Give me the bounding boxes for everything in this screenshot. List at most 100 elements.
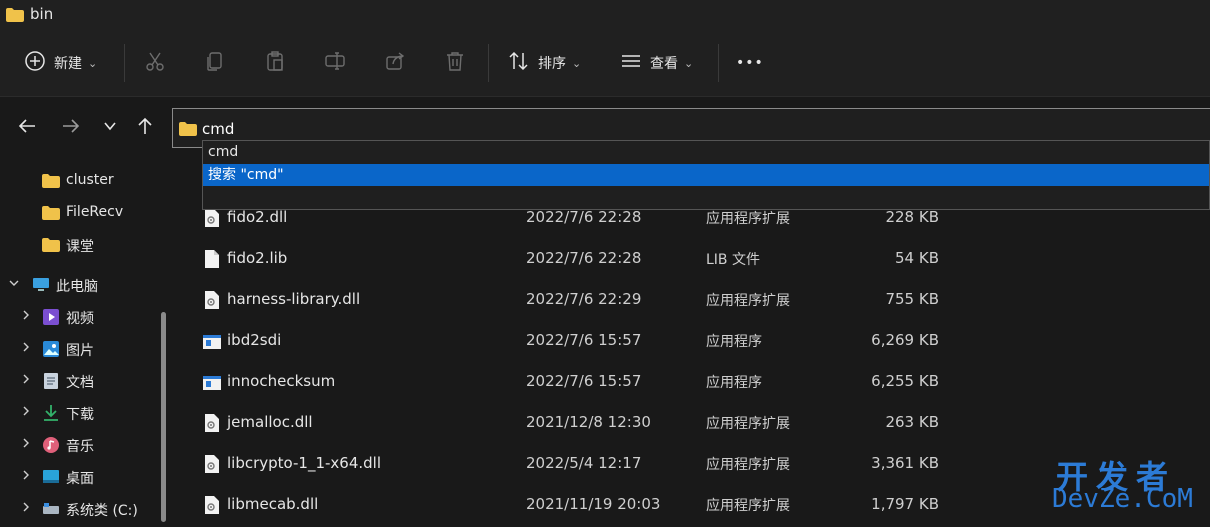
- arrow-left-icon: [17, 116, 37, 140]
- file-type: 应用程序扩展: [706, 293, 790, 309]
- sidebar-item-documents[interactable]: 文档: [0, 367, 160, 395]
- sidebar-item-label: 音乐: [66, 439, 94, 455]
- file-name: libcrypto-1_1-x64.dll: [227, 454, 382, 472]
- up-button[interactable]: [132, 115, 158, 141]
- file-icon: [204, 249, 220, 273]
- folder-icon: [42, 206, 60, 224]
- window-title: bin: [30, 5, 54, 23]
- sidebar-item-this-pc[interactable]: 此电脑: [0, 271, 160, 299]
- view-list-icon: [620, 50, 642, 76]
- file-date: 2022/7/6 15:57: [526, 331, 642, 349]
- sidebar-item-label: 视频: [66, 311, 94, 327]
- sidebar-item-cluster[interactable]: cluster: [0, 167, 160, 195]
- watermark-line2: DevZe.CoM: [1052, 484, 1193, 514]
- sidebar-item-label: FileRecv: [66, 204, 124, 220]
- file-row[interactable]: jemalloc.dll 2021/12/8 12:30 应用程序扩展 263 …: [172, 404, 1210, 445]
- share-button[interactable]: [384, 30, 406, 96]
- divider: [718, 44, 719, 82]
- file-name: harness-library.dll: [227, 290, 361, 308]
- file-name: jemalloc.dll: [227, 413, 313, 431]
- chevron-down-icon: ⌄: [572, 56, 582, 70]
- divider: [124, 44, 125, 82]
- file-date: 2022/7/6 22:28: [526, 249, 642, 267]
- address-input[interactable]: cmd: [202, 120, 234, 138]
- copy-icon: [204, 50, 226, 76]
- sort-button[interactable]: 排序 ⌄: [508, 30, 581, 96]
- chevron-down-icon: [102, 118, 118, 138]
- chevron-right-icon[interactable]: [20, 437, 32, 452]
- chevron-down-icon: ⌄: [88, 56, 98, 70]
- sort-label: 排序: [538, 56, 566, 72]
- file-date: 2021/12/8 12:30: [526, 413, 651, 431]
- sidebar-item-filerecv[interactable]: FileRecv: [0, 199, 160, 227]
- file-date: 2022/7/6 22:29: [526, 290, 642, 308]
- suggestion-cmd[interactable]: cmd: [203, 141, 1209, 163]
- file-row[interactable]: innochecksum 2022/7/6 15:57 应用程序 6,255 K…: [172, 363, 1210, 404]
- copy-button[interactable]: [204, 30, 226, 96]
- chevron-right-icon[interactable]: [20, 405, 32, 420]
- exe-file-icon: [202, 375, 222, 395]
- sidebar-item-label: 桌面: [66, 471, 94, 487]
- file-name: libmecab.dll: [227, 495, 319, 513]
- computer-icon: [32, 277, 50, 297]
- suggestion-search[interactable]: 搜索 "cmd": [203, 164, 1209, 186]
- chevron-right-icon[interactable]: [20, 309, 32, 324]
- sidebar-item-label: 文档: [66, 375, 94, 391]
- drive-icon: [42, 502, 60, 520]
- video-icon: [42, 308, 60, 330]
- trash-icon: [444, 50, 466, 76]
- file-row[interactable]: fido2.lib 2022/7/6 22:28 LIB 文件 54 KB: [172, 240, 1210, 281]
- paste-icon: [264, 50, 286, 76]
- sidebar-item-label: 系统类 (C:): [66, 503, 138, 519]
- paste-button[interactable]: [264, 30, 286, 96]
- file-size: 1,797 KB: [871, 495, 939, 513]
- sidebar-item-downloads[interactable]: 下载: [0, 399, 160, 427]
- sidebar-item-drive-c[interactable]: 系统类 (C:): [0, 495, 160, 523]
- chevron-right-icon[interactable]: [20, 341, 32, 356]
- file-size: 54 KB: [895, 249, 939, 267]
- back-button[interactable]: [14, 115, 40, 141]
- folder-icon: [6, 8, 24, 26]
- dll-file-icon: [204, 413, 220, 437]
- sidebar-item-label: cluster: [66, 172, 114, 188]
- sidebar-item-music[interactable]: 音乐: [0, 431, 160, 459]
- view-button[interactable]: 查看 ⌄: [620, 30, 693, 96]
- file-name: ibd2sdi: [227, 331, 282, 349]
- file-size: 228 KB: [885, 208, 939, 226]
- download-icon: [42, 404, 60, 426]
- sidebar-item-classroom[interactable]: 课堂: [0, 231, 160, 259]
- dll-file-icon: [204, 290, 220, 314]
- sidebar-item-videos[interactable]: 视频: [0, 303, 160, 331]
- sidebar-item-desktop[interactable]: 桌面: [0, 463, 160, 491]
- dll-file-icon: [204, 495, 220, 519]
- file-row[interactable]: harness-library.dll 2022/7/6 22:29 应用程序扩…: [172, 281, 1210, 322]
- documents-icon: [43, 372, 59, 394]
- arrow-up-icon: [135, 116, 155, 140]
- file-type: 应用程序: [706, 375, 762, 391]
- new-label: 新建: [54, 56, 82, 72]
- chevron-down-icon[interactable]: [8, 277, 20, 292]
- sidebar-item-pictures[interactable]: 图片: [0, 335, 160, 363]
- file-name: fido2.dll: [227, 208, 288, 226]
- chevron-right-icon[interactable]: [20, 469, 32, 484]
- recent-locations-button[interactable]: [97, 115, 123, 141]
- new-button[interactable]: 新建 ⌄: [24, 30, 97, 96]
- rename-button[interactable]: [324, 30, 346, 96]
- forward-button[interactable]: [58, 115, 84, 141]
- sidebar-item-label: 图片: [66, 343, 94, 359]
- more-options-button[interactable]: •••: [736, 30, 764, 96]
- view-label: 查看: [650, 56, 678, 72]
- command-bar: 新建 ⌄ 排序 ⌄ 查看 ⌄ •••: [0, 30, 1210, 97]
- chevron-right-icon[interactable]: [20, 501, 32, 516]
- sidebar-scrollbar[interactable]: [161, 312, 166, 522]
- file-row[interactable]: ibd2sdi 2022/7/6 15:57 应用程序 6,269 KB: [172, 322, 1210, 363]
- chevron-right-icon[interactable]: [20, 373, 32, 388]
- cut-button[interactable]: [144, 30, 166, 96]
- file-size: 3,361 KB: [871, 454, 939, 472]
- rename-icon: [324, 50, 346, 76]
- file-type: 应用程序: [706, 334, 762, 350]
- delete-button[interactable]: [444, 30, 466, 96]
- watermark: 开发者 DevZe.CoM: [1050, 452, 1210, 522]
- plus-circle-icon: [24, 50, 46, 76]
- file-type: 应用程序扩展: [706, 211, 790, 227]
